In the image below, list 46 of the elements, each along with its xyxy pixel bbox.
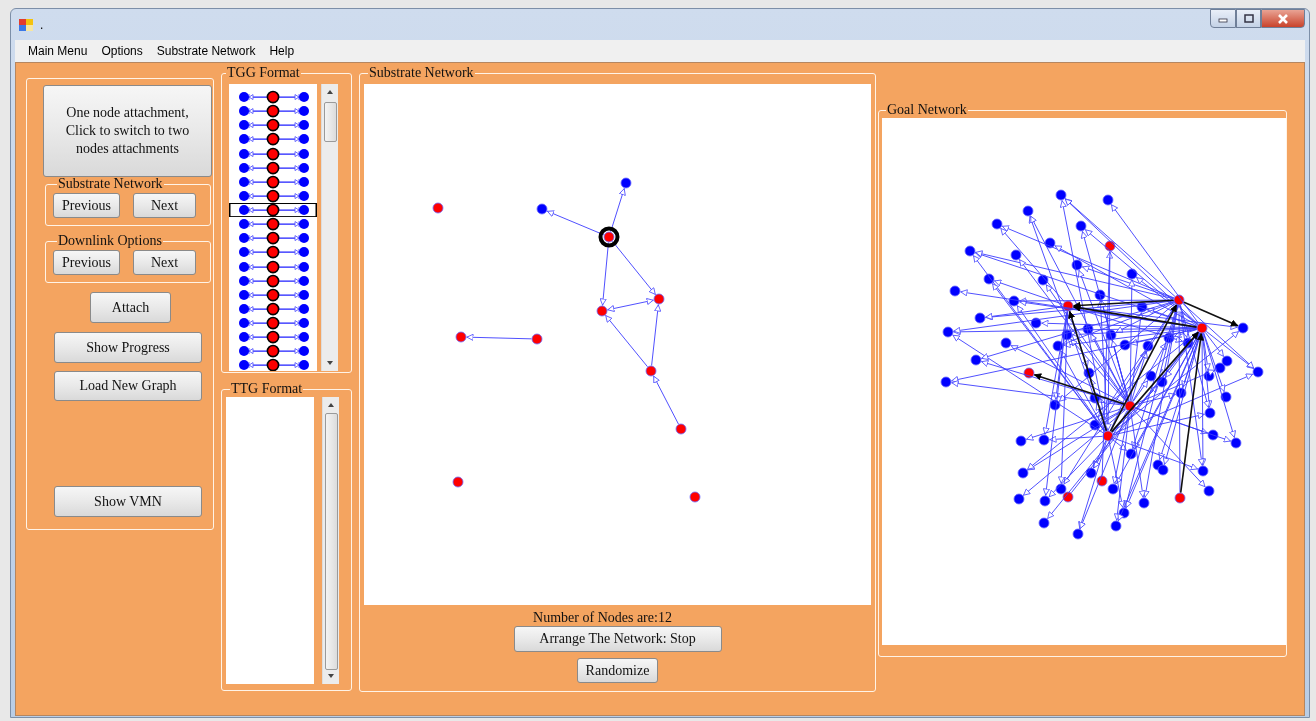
graph-node[interactable] bbox=[531, 333, 543, 345]
group-title: Goal Network bbox=[886, 103, 968, 117]
button[interactable]: Previous bbox=[53, 193, 120, 218]
group-title: TGG Format bbox=[226, 66, 301, 80]
selected-node[interactable] bbox=[598, 226, 620, 248]
menu-item[interactable]: Options bbox=[94, 41, 150, 61]
graph-node[interactable] bbox=[645, 365, 657, 377]
node-count-label: Number of Nodes are:12 bbox=[533, 609, 672, 626]
graph-node[interactable] bbox=[452, 476, 464, 488]
close-icon bbox=[1277, 13, 1289, 24]
group-title: Downlink Options bbox=[57, 234, 163, 248]
graph-node[interactable] bbox=[455, 331, 467, 343]
menu-item[interactable]: Substrate Network bbox=[149, 41, 263, 61]
button[interactable]: Arrange The Network: Stop bbox=[513, 626, 722, 652]
graph-node[interactable] bbox=[432, 202, 444, 214]
button[interactable]: Show VMN bbox=[54, 486, 202, 517]
minimize-button[interactable] bbox=[1210, 9, 1236, 28]
button[interactable]: Load New Graph bbox=[54, 371, 202, 401]
button[interactable]: Next bbox=[133, 193, 196, 218]
window-title: . bbox=[40, 17, 44, 32]
scroll-thumb[interactable] bbox=[325, 413, 338, 670]
group-title: Substrate Network bbox=[57, 177, 164, 191]
maximize-icon bbox=[1243, 14, 1254, 23]
button[interactable]: Previous bbox=[53, 250, 120, 275]
list-item[interactable] bbox=[229, 203, 317, 218]
close-button[interactable] bbox=[1261, 9, 1305, 28]
maximize-button[interactable] bbox=[1236, 9, 1261, 28]
scrollbar[interactable] bbox=[321, 84, 338, 371]
menu-item[interactable]: Main Menu bbox=[21, 41, 95, 61]
graph-node[interactable] bbox=[689, 491, 701, 503]
button[interactable]: Randomize bbox=[577, 658, 658, 683]
button[interactable]: One node attachment, Click to switch to two nodes attachments bbox=[43, 85, 212, 177]
scrollbar[interactable] bbox=[322, 397, 339, 684]
graph-node[interactable] bbox=[596, 305, 608, 317]
button[interactable]: Attach bbox=[90, 292, 171, 323]
group-title: Substrate Network bbox=[368, 66, 475, 80]
group-title: TTG Format bbox=[230, 382, 304, 396]
scroll-thumb[interactable] bbox=[324, 102, 337, 142]
graph-node[interactable] bbox=[620, 177, 632, 189]
menu-item[interactable]: Help bbox=[262, 41, 302, 61]
button[interactable]: Next bbox=[133, 250, 196, 275]
graph-node[interactable] bbox=[536, 203, 548, 215]
button[interactable]: Show Progress bbox=[54, 332, 202, 363]
graph-node[interactable] bbox=[675, 423, 687, 435]
app-icon bbox=[18, 16, 34, 33]
graph-node[interactable] bbox=[653, 293, 665, 305]
